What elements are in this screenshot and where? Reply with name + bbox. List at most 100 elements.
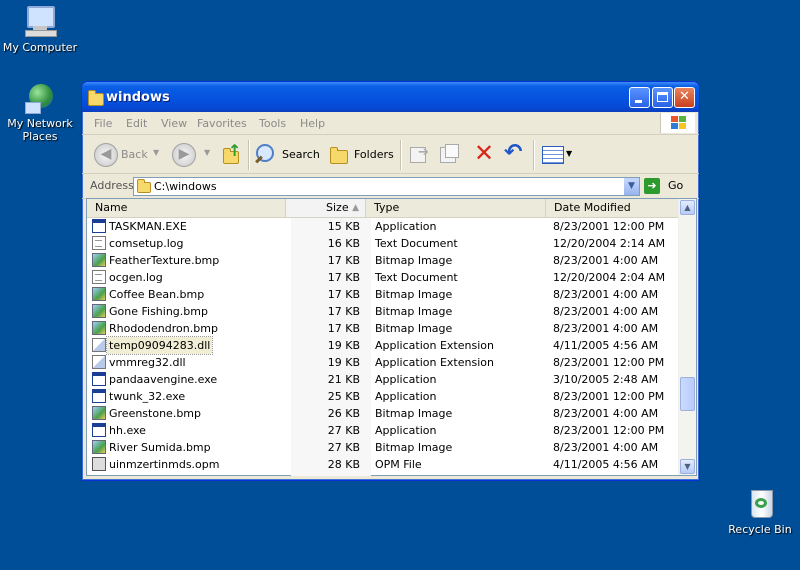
menu-favorites[interactable]: Favorites <box>197 117 247 130</box>
file-size: 27 KB <box>327 441 360 454</box>
go-arrow-icon: ➜ <box>647 179 657 192</box>
table-row[interactable]: River Sumida.bmp 27 KB Bitmap Image 8/23/20… <box>87 439 679 456</box>
table-row[interactable]: comsetup.log 16 KB Text Document 12/20/2004… <box>87 235 679 252</box>
desktop-icon-recycle-bin[interactable]: Recycle Bin <box>720 486 800 536</box>
table-row[interactable]: Coffee Bean.bmp 17 KB Bitmap Image 8/23/200… <box>87 286 679 303</box>
go-label[interactable]: Go <box>668 179 683 192</box>
desktop-icon-my-network[interactable]: My Network Places <box>0 80 80 143</box>
bitmap-file-icon <box>92 287 106 301</box>
undo-button[interactable]: ↶ <box>502 140 526 166</box>
views-dropdown-icon: ▼ <box>566 149 573 158</box>
file-size: 17 KB <box>327 288 360 301</box>
file-size: 19 KB <box>327 356 360 369</box>
file-size: 27 KB <box>327 424 360 437</box>
table-row[interactable]: FeatherTexture.bmp 17 KB Bitmap Image 8/23/… <box>87 252 679 269</box>
file-type: Bitmap Image <box>375 305 453 318</box>
menu-help[interactable]: Help <box>300 117 325 130</box>
bitmap-file-icon <box>92 253 106 267</box>
column-header-size[interactable]: Size ▲ <box>286 199 366 217</box>
address-bar: Address C:\windows ▼ ➜ Go <box>82 174 699 199</box>
up-folder-button[interactable]: ↑ <box>220 141 242 165</box>
address-input[interactable]: C:\windows ▼ <box>133 177 640 196</box>
file-date: 8/23/2001 12:00 PM <box>553 390 665 403</box>
file-size: 17 KB <box>327 322 360 335</box>
window-title: windows <box>106 90 170 105</box>
file-name: Gone Fishing.bmp <box>109 305 208 318</box>
file-date: 8/23/2001 4:00 AM <box>553 441 659 454</box>
table-row[interactable]: Greenstone.bmp 26 KB Bitmap Image 8/23/2001… <box>87 405 679 422</box>
table-row[interactable]: hh.exe 27 KB Application 8/23/2001 12:00 PM <box>87 422 679 439</box>
folder-icon <box>88 90 104 106</box>
file-date: 8/23/2001 4:00 AM <box>553 254 659 267</box>
file-date: 3/10/2005 2:48 AM <box>553 373 659 386</box>
file-name: temp09094283.dll <box>105 336 214 355</box>
desktop-icon-my-computer[interactable]: My Computer <box>0 4 80 54</box>
application-file-icon <box>92 423 106 437</box>
address-dropdown-button[interactable]: ▼ <box>624 178 639 195</box>
maximize-button[interactable] <box>652 87 673 108</box>
file-type: Application <box>375 373 437 386</box>
vertical-scrollbar[interactable]: ▲ ▼ <box>678 199 696 475</box>
close-button[interactable]: ✕ <box>674 87 695 108</box>
table-row[interactable]: Rhododendron.bmp 17 KB Bitmap Image 8/23/20… <box>87 320 679 337</box>
table-row[interactable]: vmmreg32.dll 19 KB Application Extension 8/… <box>87 354 679 371</box>
back-arrow-icon: ◀ <box>100 146 112 162</box>
menu-file[interactable]: File <box>94 117 112 130</box>
file-date: 4/11/2005 4:56 AM <box>553 339 659 352</box>
file-list[interactable]: Name Size ▲ Type Date Modified TASKMAN.E… <box>86 198 697 476</box>
bitmap-file-icon <box>92 321 106 335</box>
column-header-date[interactable]: Date Modified <box>546 199 679 217</box>
folders-button[interactable]: Folders <box>326 141 396 167</box>
back-button[interactable]: ◀ <box>94 143 118 167</box>
forward-dropdown-icon[interactable]: ▼ <box>204 148 210 157</box>
scroll-thumb[interactable] <box>680 377 695 411</box>
menu-view[interactable]: View <box>161 117 187 130</box>
bitmap-file-icon <box>92 406 106 420</box>
file-size: 26 KB <box>327 407 360 420</box>
table-row[interactable]: Gone Fishing.bmp 17 KB Bitmap Image 8/23/20… <box>87 303 679 320</box>
forward-button[interactable]: ▶ <box>172 143 196 167</box>
file-size: 25 KB <box>327 390 360 403</box>
delete-button[interactable]: ✕ <box>471 139 495 167</box>
file-type: Bitmap Image <box>375 254 453 267</box>
file-date: 12/20/2004 2:04 AM <box>553 271 666 284</box>
forward-arrow-icon: ▶ <box>178 146 190 162</box>
scroll-down-button[interactable]: ▼ <box>680 459 695 474</box>
network-globe-icon <box>23 80 57 114</box>
file-type: OPM File <box>375 458 422 471</box>
dll-file-icon <box>92 355 106 369</box>
search-button[interactable]: Search <box>254 141 320 167</box>
table-row[interactable]: uinmzertinmds.opm 28 KB OPM File 4/11/2005 … <box>87 456 679 473</box>
table-row[interactable]: ocgen.log 17 KB Text Document 12/20/2004 2:… <box>87 269 679 286</box>
menu-tools[interactable]: Tools <box>259 117 286 130</box>
back-dropdown-icon[interactable]: ▼ <box>153 148 159 157</box>
back-label: Back <box>121 148 148 161</box>
file-date: 8/23/2001 4:00 AM <box>553 322 659 335</box>
minimize-button[interactable] <box>629 87 650 108</box>
column-header-type[interactable]: Type <box>366 199 546 217</box>
move-to-button[interactable]: ➔ <box>408 143 430 165</box>
go-button[interactable]: ➜ <box>644 178 660 194</box>
bitmap-file-icon <box>92 304 106 318</box>
scroll-up-button[interactable]: ▲ <box>680 200 695 215</box>
toolbar: ◀ Back ▼ ▶ ▼ ↑ Search Folders ➔ ✕ ↶ ▼ <box>82 135 699 174</box>
table-row[interactable]: temp09094283.dll 19 KB Application Extensi… <box>87 336 679 355</box>
table-row[interactable]: pandaavengine.exe 21 KB Application 3/10/20… <box>87 371 679 388</box>
file-type: Bitmap Image <box>375 441 453 454</box>
column-header-name[interactable]: Name <box>87 199 286 217</box>
application-file-icon <box>92 389 106 403</box>
table-row[interactable]: TASKMAN.EXE 15 KB Application 8/23/2001 12:… <box>87 218 679 235</box>
file-date: 8/23/2001 4:00 AM <box>553 288 659 301</box>
table-row[interactable]: twunk_32.exe 25 KB Application 8/23/2001 12… <box>87 388 679 405</box>
file-name: Rhododendron.bmp <box>109 322 218 335</box>
copy-to-button[interactable] <box>438 143 460 165</box>
sort-ascending-icon: ▲ <box>352 203 359 213</box>
menu-edit[interactable]: Edit <box>126 117 147 130</box>
file-type: Bitmap Image <box>375 288 453 301</box>
title-bar[interactable]: windows ✕ <box>82 82 699 112</box>
file-date: 8/23/2001 4:00 AM <box>553 305 659 318</box>
views-button[interactable]: ▼ <box>541 143 575 165</box>
folders-icon <box>330 147 348 164</box>
file-name: ocgen.log <box>109 271 163 284</box>
file-name: TASKMAN.EXE <box>109 220 187 233</box>
